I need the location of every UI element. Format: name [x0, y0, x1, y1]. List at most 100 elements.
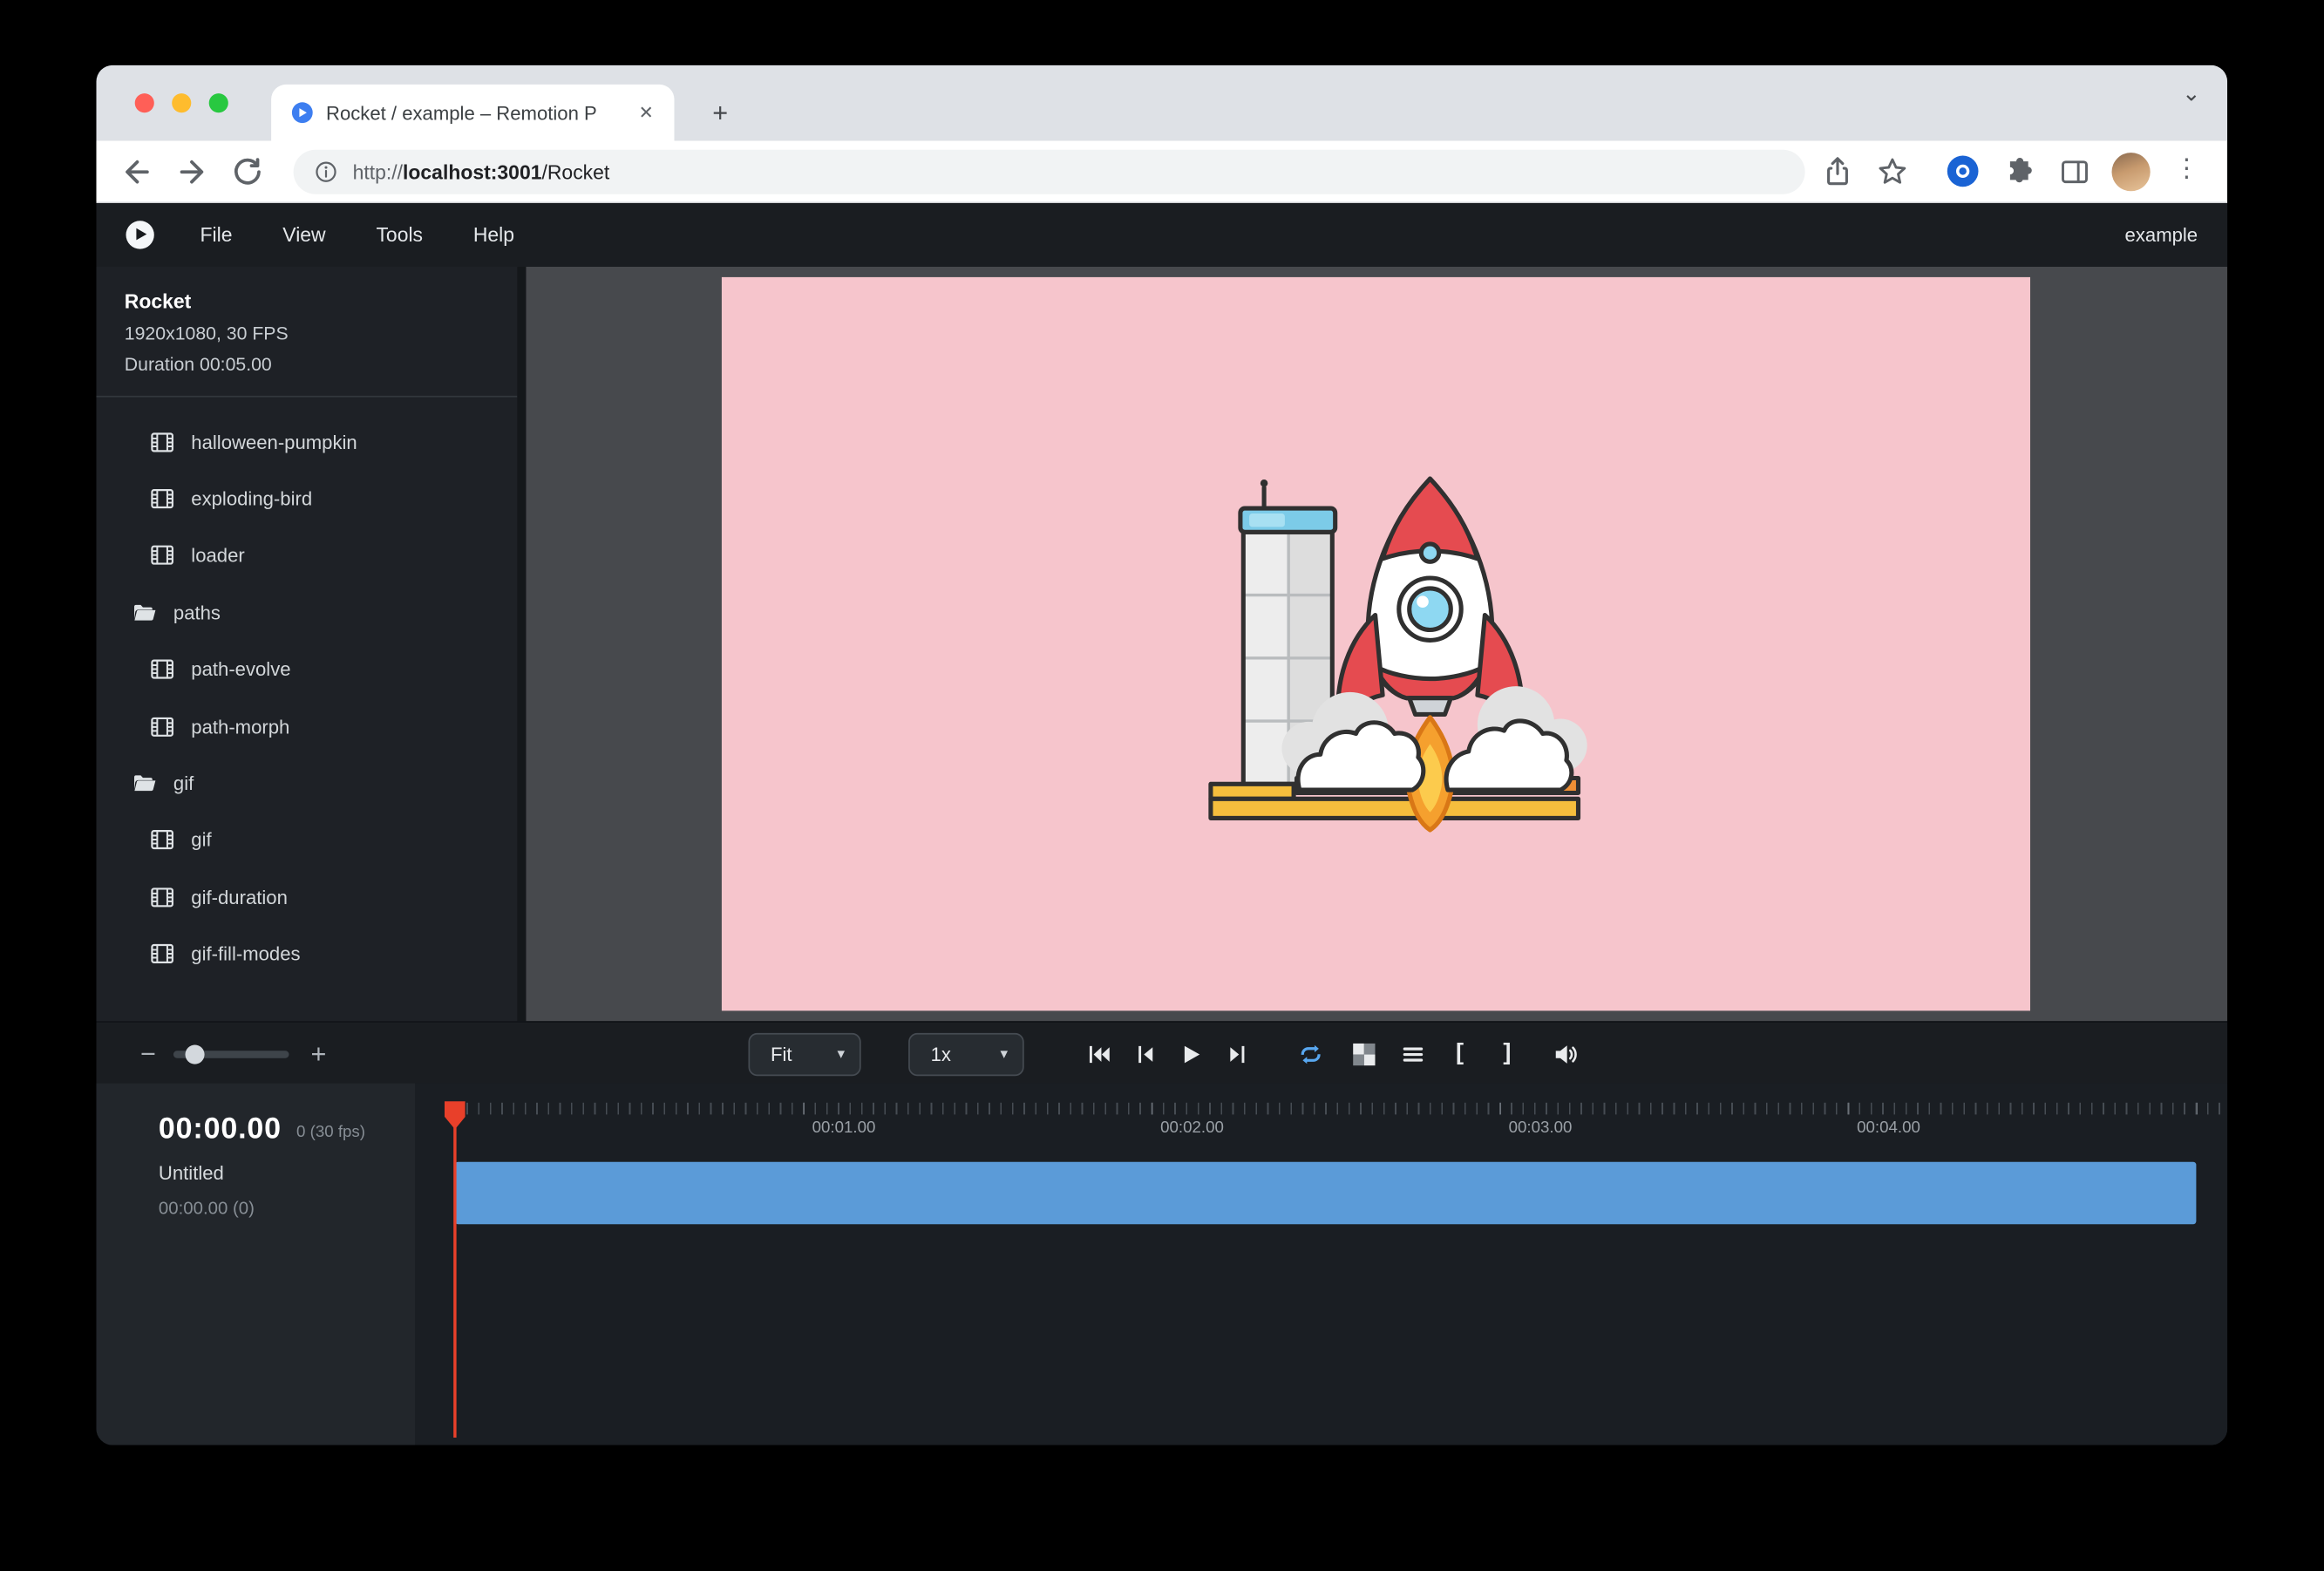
address-bar: http://localhost:3001/Rocket: [97, 141, 2228, 203]
tab-search-chevron-icon[interactable]: ⌄: [2182, 80, 2200, 107]
fullscreen-window-button[interactable]: [209, 93, 228, 112]
zoom-slider-knob[interactable]: [186, 1045, 205, 1064]
bookmark-star-icon[interactable]: [1876, 156, 1908, 188]
current-time-display: 00:00.00: [159, 1113, 282, 1147]
render-queue-menu-button[interactable]: [1396, 1040, 1428, 1067]
composition-list: halloween-pumpkin exploding-bird loader: [97, 398, 518, 983]
chevron-down-icon: ▾: [837, 1046, 845, 1063]
browser-tab[interactable]: Rocket / example – Remotion P ✕: [271, 85, 674, 141]
share-button[interactable]: [1821, 156, 1853, 188]
remotion-favicon-icon: [292, 102, 313, 123]
film-icon: [150, 714, 175, 739]
jump-to-end-button[interactable]: [1221, 1040, 1254, 1067]
menu-tools[interactable]: Tools: [351, 224, 448, 247]
timeline-track-bar[interactable]: [455, 1162, 2197, 1224]
film-icon: [150, 657, 175, 683]
new-tab-button[interactable]: +: [701, 93, 739, 132]
film-icon: [150, 885, 175, 910]
sidebar-folder-paths[interactable]: paths: [97, 584, 518, 641]
folder-open-icon: [132, 771, 157, 796]
timeline-left-panel: 00:00.00 0 (30 fps) Untitled 00:00.00 (0…: [97, 1084, 416, 1445]
timeline-zoom-in-button[interactable]: +: [302, 1035, 335, 1073]
timeline-zoom-out-button[interactable]: −: [132, 1035, 164, 1073]
speed-label: 1x: [931, 1044, 951, 1066]
film-icon: [150, 827, 175, 853]
play-button[interactable]: [1173, 1040, 1206, 1067]
password-manager-extension-icon[interactable]: [1947, 156, 1979, 187]
ruler-label: 00:03.00: [1509, 1119, 1573, 1137]
remotion-logo-icon[interactable]: [126, 221, 154, 248]
extensions-puzzle-icon[interactable]: [2003, 156, 2035, 188]
close-window-button[interactable]: [135, 93, 154, 112]
tab-close-icon[interactable]: ✕: [633, 99, 660, 126]
minimize-window-button[interactable]: [172, 93, 191, 112]
current-frame-display: 0 (30 fps): [296, 1124, 365, 1141]
sidebar-resize-handle[interactable]: [517, 267, 526, 1021]
back-button[interactable]: [120, 156, 153, 188]
size-fit-dropdown[interactable]: Fit ▾: [749, 1033, 861, 1076]
sidebar-item-gif-duration[interactable]: gif-duration: [97, 868, 518, 925]
compositions-sidebar: Rocket 1920x1080, 30 FPS Duration 00:05.…: [97, 267, 518, 1021]
main-area: Rocket 1920x1080, 30 FPS Duration 00:05.…: [97, 267, 2228, 1021]
sidebar-item-path-evolve[interactable]: path-evolve: [97, 641, 518, 697]
sidebar-item-label: exploding-bird: [191, 487, 312, 510]
sidebar-item-label: halloween-pumpkin: [191, 431, 357, 453]
sidebar-item-exploding-bird[interactable]: exploding-bird: [97, 471, 518, 527]
jump-to-start-button[interactable]: [1082, 1040, 1114, 1067]
film-icon: [150, 429, 175, 454]
track-name: Untitled: [159, 1162, 224, 1185]
menu-help[interactable]: Help: [448, 224, 540, 247]
menu-file[interactable]: File: [175, 224, 258, 247]
previous-frame-button[interactable]: [1128, 1040, 1160, 1067]
sidebar-item-gif[interactable]: gif: [97, 812, 518, 868]
forward-button[interactable]: [176, 156, 208, 188]
fit-label: Fit: [771, 1044, 792, 1066]
composition-duration: Duration 00:05.00: [125, 354, 517, 375]
sidebar-item-label: gif: [173, 772, 194, 795]
player-canvas[interactable]: [722, 277, 2030, 1011]
rocket-illustration: [722, 277, 2030, 1011]
composition-resolution: 1920x1080, 30 FPS: [125, 323, 517, 344]
sidebar-item-path-morph[interactable]: path-morph: [97, 698, 518, 755]
menu-view[interactable]: View: [257, 224, 350, 247]
timeline-zoom-slider[interactable]: [173, 1051, 289, 1058]
sidebar-item-loader[interactable]: loader: [97, 527, 518, 584]
loop-toggle-button[interactable]: [1294, 1040, 1326, 1067]
playhead-pin[interactable]: [445, 1101, 465, 1129]
sidebar-item-halloween-pumpkin[interactable]: halloween-pumpkin: [97, 413, 518, 470]
ruler-label: 00:01.00: [812, 1119, 876, 1137]
transparency-checkerboard-button[interactable]: [1347, 1040, 1379, 1067]
chevron-down-icon: ▾: [1000, 1046, 1008, 1063]
reload-button[interactable]: [231, 156, 263, 188]
set-in-point-button[interactable]: [: [1450, 1036, 1471, 1071]
sidebar-item-label: gif-fill-modes: [191, 943, 300, 966]
composition-title: Rocket: [125, 290, 517, 313]
preview-area: [527, 267, 2228, 1021]
timeline-ruler[interactable]: [455, 1103, 2227, 1115]
set-out-point-button[interactable]: ]: [1497, 1036, 1518, 1071]
playhead-line[interactable]: [453, 1103, 456, 1438]
url-omnibox[interactable]: http://localhost:3001/Rocket: [294, 150, 1805, 194]
transport-toolbar: − + Fit ▾ 1x ▾: [97, 1021, 2228, 1083]
url-text: http://localhost:3001/Rocket: [353, 160, 610, 183]
profile-avatar[interactable]: [2112, 153, 2151, 191]
sidebar-folder-gif[interactable]: gif: [97, 755, 518, 812]
film-icon: [150, 486, 175, 512]
side-panel-icon[interactable]: [2058, 156, 2090, 188]
sidebar-item-gif-fill-modes[interactable]: gif-fill-modes: [97, 926, 518, 983]
film-icon: [150, 942, 175, 967]
sidebar-item-label: gif: [191, 829, 211, 852]
track-time-meta: 00:00.00 (0): [159, 1198, 255, 1219]
page-info-icon[interactable]: [314, 160, 337, 184]
ruler-label: 00:02.00: [1160, 1119, 1224, 1137]
sidebar-item-label: loader: [191, 545, 244, 568]
remotion-menubar: File View Tools Help example: [97, 203, 2228, 267]
volume-button[interactable]: [1549, 1040, 1581, 1067]
ruler-label: 00:04.00: [1857, 1119, 1920, 1137]
browser-menu-kebab-icon[interactable]: ⋮: [2174, 154, 2199, 184]
sidebar-item-label: path-morph: [191, 715, 289, 738]
playback-speed-dropdown[interactable]: 1x ▾: [908, 1033, 1024, 1076]
sidebar-item-label: gif-duration: [191, 886, 288, 908]
folder-open-icon: [132, 600, 157, 625]
composition-info: Rocket 1920x1080, 30 FPS Duration 00:05.…: [97, 267, 518, 375]
